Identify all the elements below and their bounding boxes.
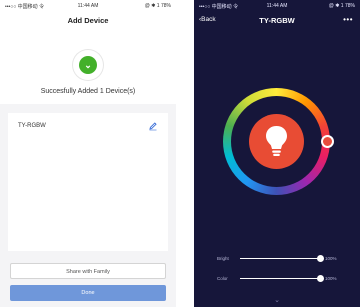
- page-title: Add Device: [67, 16, 109, 25]
- brightness-fill: [240, 258, 320, 259]
- color-fill: [240, 278, 320, 279]
- color-label: Color: [217, 276, 228, 281]
- battery-text: @ ✱ 1 78%: [144, 3, 171, 9]
- chevron-down-icon[interactable]: ⌄: [194, 296, 360, 304]
- power-button[interactable]: [249, 114, 304, 169]
- done-button[interactable]: Done: [10, 285, 166, 301]
- success-badge: ⌄: [73, 50, 103, 80]
- color-value: 100%: [325, 276, 337, 281]
- color-slider[interactable]: [240, 275, 324, 282]
- success-check-icon: ⌄: [79, 56, 97, 74]
- color-thumb[interactable]: [316, 275, 324, 282]
- lightbulb-icon: [266, 126, 287, 156]
- device-name: TY-RGBW: [18, 123, 46, 129]
- device-control-screen: •••○○ 中国移动 令 11:44 AM @ ✱ 1 78% ‹Back TY…: [194, 0, 360, 307]
- more-icon[interactable]: •••: [343, 15, 353, 24]
- brightness-thumb[interactable]: [316, 255, 324, 262]
- status-bar: •••○○ 中国移动 令 11:44 AM @ ✱ 1 78%: [194, 0, 360, 12]
- device-list-area: [8, 141, 168, 251]
- pencil-icon[interactable]: [148, 121, 158, 131]
- brightness-label: Bright: [217, 256, 229, 261]
- battery-text: @ ✱ 1 78%: [328, 3, 355, 9]
- brightness-slider[interactable]: [240, 255, 324, 262]
- device-row[interactable]: TY-RGBW: [8, 113, 168, 142]
- success-message: Succesfully Added 1 Device(s): [40, 88, 136, 95]
- color-wheel-handle[interactable]: [321, 135, 334, 148]
- add-device-screen: •••○○ 中国移动 令 11:44 AM @ ✱ 1 78% Add Devi…: [0, 0, 176, 307]
- status-bar: •••○○ 中国移动 令 11:44 AM @ ✱ 1 78%: [0, 0, 176, 12]
- page-title: TY-RGBW: [259, 16, 295, 25]
- brightness-value: 100%: [325, 256, 337, 261]
- share-with-family-button[interactable]: Share with Family: [10, 263, 166, 279]
